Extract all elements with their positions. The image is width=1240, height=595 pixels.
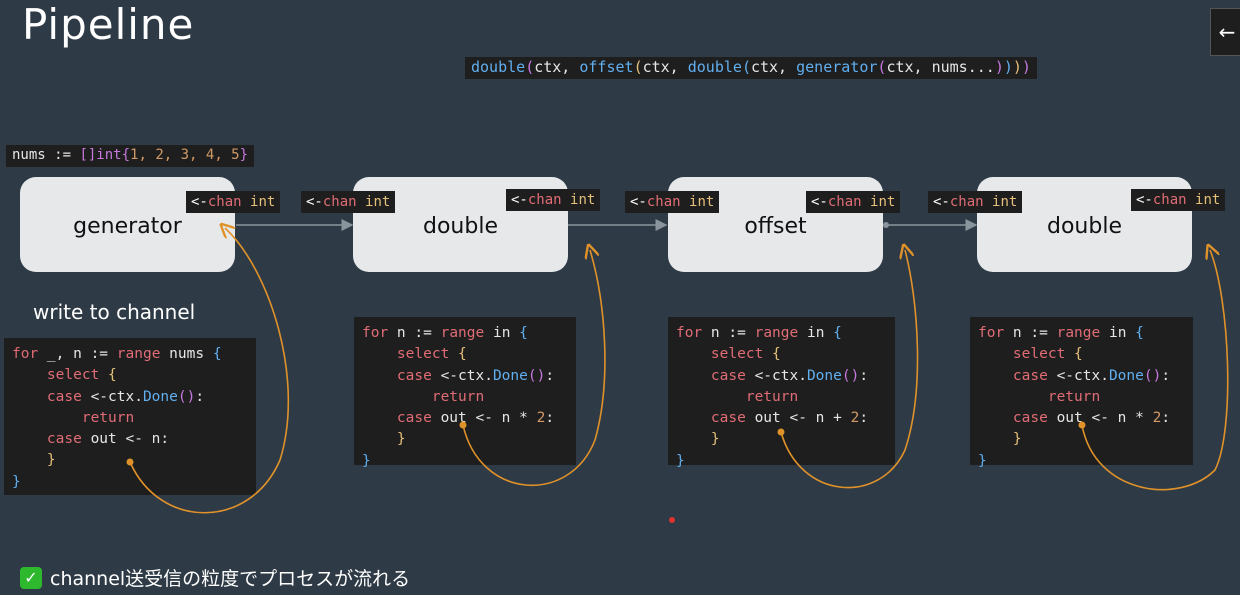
annotation-arrow (129, 228, 290, 514)
annotation-dot (126, 458, 134, 466)
annotation-dot (1078, 421, 1086, 429)
summary-note: ✓ channel送受信の粒度でプロセスが流れる (20, 564, 410, 591)
annotation-arrow (1081, 250, 1229, 491)
summary-note-text: channel送受信の粒度でプロセスが流れる (50, 568, 411, 590)
annotation-arrow (780, 250, 919, 489)
checkmark-icon: ✓ (20, 566, 42, 589)
annotation-dot (777, 428, 785, 436)
pointer-dot (669, 517, 675, 523)
annotation-layer (126, 0, 1229, 514)
annotation-arrow (462, 250, 606, 486)
annotation-dot (459, 421, 467, 429)
